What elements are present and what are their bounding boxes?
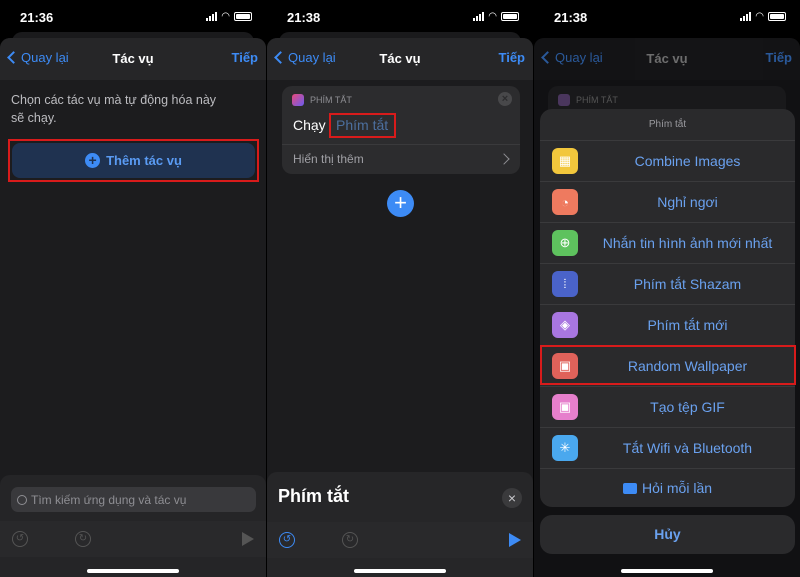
home-indicator	[354, 569, 446, 573]
show-more-label: Hiển thị thêm	[293, 152, 364, 166]
shortcut-label: Tạo tệp GIF	[650, 399, 725, 415]
action-sheet-title: Phím tắt	[648, 119, 687, 130]
action-sheet: Phím tắt ▦ Combine Images ◔ Nghỉ ngơi ⊕ Nhắn …	[540, 109, 795, 507]
home-indicator	[87, 569, 179, 573]
add-action-button[interactable]: +	[387, 190, 414, 217]
ask-label: Hỏi mỗi lần	[641, 480, 713, 496]
shortcut-item[interactable]: ⊕ Nhắn tin hình ảnh mới nhất	[540, 222, 795, 263]
grid-icon: ▦	[552, 148, 578, 174]
undo-icon[interactable]: ↺	[279, 532, 295, 548]
next-button[interactable]: Tiếp	[499, 50, 526, 65]
photos-icon: ▣	[552, 394, 578, 420]
shortcut-label: Nhắn tin hình ảnh mới nhất	[602, 235, 773, 251]
wifi-icon: ◠	[488, 11, 497, 22]
nav-bar: Quay lại Tác vụ Tiếp	[0, 38, 266, 80]
clock: 21:36	[20, 10, 54, 25]
clock: 21:38	[287, 10, 321, 25]
shortcuts-app-icon	[558, 94, 570, 106]
screen-1: 21:36 ◠ Quay lại Tác vụ Tiếp Chọn các tá…	[0, 0, 266, 577]
wifi-icon: ◠	[755, 11, 764, 22]
page-title: Tác vụ	[112, 51, 154, 66]
battery-icon	[501, 12, 519, 21]
play-icon[interactable]	[242, 532, 254, 546]
battery-icon	[768, 12, 786, 21]
shortcuts-sheet: Phím tắt × ↺ ↻	[267, 472, 533, 577]
redo-icon[interactable]: ↻	[75, 531, 91, 547]
close-icon[interactable]: ×	[502, 488, 522, 508]
signal-icon	[473, 12, 485, 21]
sparkle-icon: ✳	[552, 435, 578, 461]
page-title: Tác vụ	[379, 51, 421, 66]
shortcut-item[interactable]: ▦ Combine Images	[540, 140, 795, 181]
shortcut-label: Combine Images	[634, 153, 741, 169]
shortcut-label: Nghỉ ngơi	[657, 194, 718, 210]
battery-icon	[234, 12, 252, 21]
app-label: PHÍM TẮT	[310, 95, 352, 105]
search-input[interactable]: Tìm kiếm ứng dụng và tác vụ	[11, 487, 256, 512]
action-card: PHÍM TẮT × Chạy Phím tắt Hiển thị thêm	[282, 86, 520, 174]
message-plus-icon: ⊕	[552, 230, 578, 256]
search-icon	[17, 494, 27, 505]
highlight-box	[329, 113, 396, 138]
signal-icon	[206, 12, 218, 21]
screen-2: 21:38 ◠ Quay lại Tác vụ Tiếp PHÍM TẮT × …	[267, 0, 533, 577]
home-indicator	[621, 569, 713, 573]
undo-icon[interactable]: ↺	[12, 531, 28, 547]
layers-icon: ◈	[552, 312, 578, 338]
waveform-icon: ⦙	[552, 271, 578, 297]
next-button[interactable]: Tiếp	[766, 50, 793, 65]
play-icon[interactable]	[509, 533, 521, 547]
page-title: Tác vụ	[646, 51, 688, 66]
shortcut-label: Phím tắt Shazam	[633, 276, 742, 292]
status-bar: 21:36 ◠	[0, 0, 266, 34]
shortcut-item[interactable]: ⦙ Phím tắt Shazam	[540, 263, 795, 304]
highlight-box	[8, 139, 259, 182]
redo-icon[interactable]: ↻	[342, 532, 358, 548]
cancel-button[interactable]: Hủy	[540, 515, 795, 554]
highlight-box	[540, 345, 796, 385]
shortcut-label: Tắt Wifi và Bluetooth	[622, 440, 753, 456]
clock: 21:38	[554, 10, 588, 25]
message-icon	[622, 482, 637, 494]
description: Chọn các tác vụ mà tự động hóa này sẽ ch…	[11, 93, 217, 125]
ask-each-time-button[interactable]: Hỏi mỗi lần	[540, 468, 795, 507]
chevron-right-icon	[498, 153, 510, 165]
signal-icon	[740, 12, 752, 21]
timer-icon: ◔	[552, 189, 578, 215]
shortcut-item[interactable]: ◔ Nghỉ ngơi	[540, 181, 795, 222]
next-button[interactable]: Tiếp	[232, 50, 259, 65]
shortcuts-app-icon	[292, 94, 304, 106]
shortcut-item[interactable]: ✳ Tắt Wifi và Bluetooth	[540, 427, 795, 468]
screen-3: 21:38 ◠ Quay lại Tác vụ Tiếp PHÍM TẮT Ph…	[534, 0, 800, 577]
shortcut-item[interactable]: ▣ Tạo tệp GIF	[540, 386, 795, 427]
sheet-title: Phím tắt	[278, 486, 350, 506]
wifi-icon: ◠	[221, 11, 230, 22]
remove-action-icon[interactable]: ×	[498, 92, 512, 106]
search-placeholder: Tìm kiếm ứng dụng và tác vụ	[31, 492, 187, 507]
app-label: PHÍM TẮT	[576, 95, 618, 105]
shortcut-label: Phím tắt mới	[647, 317, 728, 333]
shortcut-item[interactable]: ◈ Phím tắt mới	[540, 304, 795, 345]
cancel-label: Hủy	[654, 526, 681, 542]
action-verb: Chạy	[293, 117, 326, 133]
show-more-row[interactable]: Hiển thị thêm	[282, 144, 520, 174]
